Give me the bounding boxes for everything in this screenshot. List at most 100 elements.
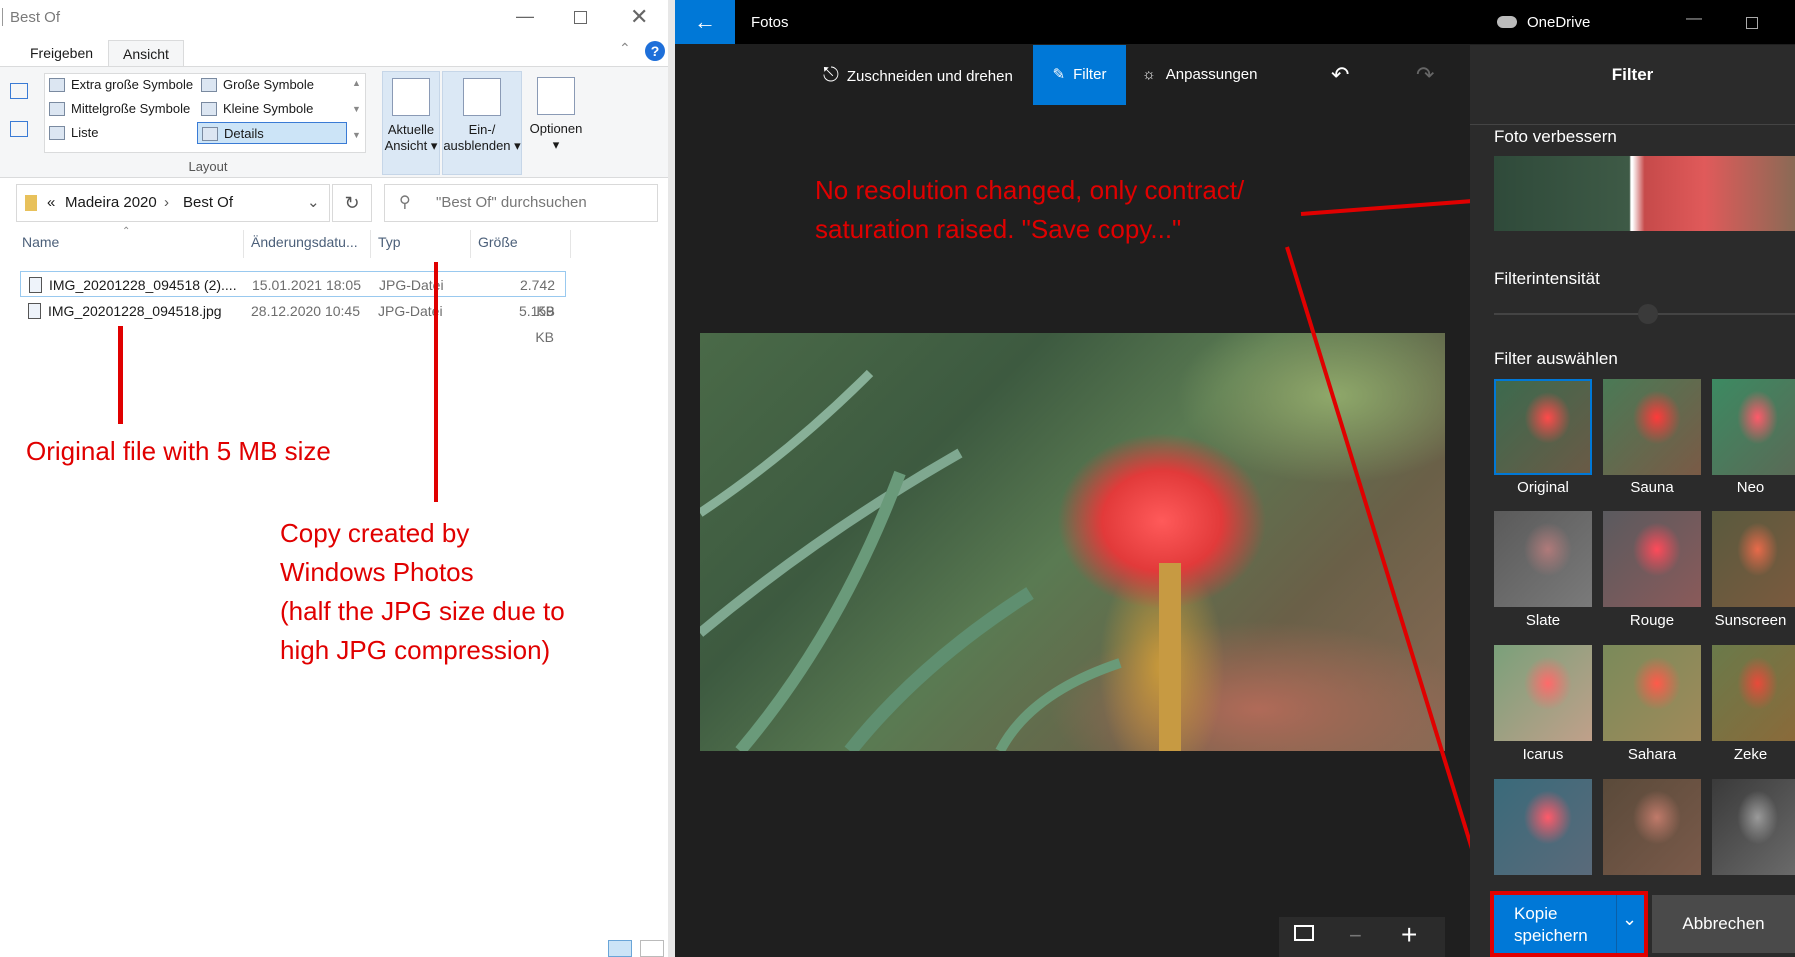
cancel-button[interactable]: Abbrechen (1652, 895, 1795, 953)
annotation-arrow-line (434, 262, 438, 502)
address-bar[interactable]: « Madeira 2020 › Best Of ⌄ (16, 184, 330, 222)
current-view-label-2: Ansicht ▾ (384, 138, 438, 153)
help-icon[interactable]: ? (645, 41, 665, 61)
filter-label-icarus: Icarus (1522, 746, 1564, 763)
panel-title: Filter (1611, 65, 1654, 84)
list-icon (49, 126, 65, 140)
filter-thumb-zeke[interactable] (1712, 645, 1795, 741)
filter-label-rouge: Rouge (1629, 612, 1675, 629)
breadcrumb-madeira[interactable]: Madeira 2020 (65, 185, 157, 221)
layout-small[interactable]: Kleine Symbole (197, 98, 313, 120)
select-filter-label: Filter auswählen (1494, 349, 1618, 368)
layout-gallery: Extra große Symbole Große Symbole Mittel… (44, 73, 366, 153)
minimize-icon[interactable]: — (516, 6, 534, 27)
options-icon (537, 77, 575, 115)
col-type[interactable]: Typ (378, 234, 401, 250)
split-divider (1616, 895, 1617, 953)
breadcrumb-prefix: « (47, 194, 56, 211)
col-divider (243, 230, 244, 258)
filter-label-sauna: Sauna (1630, 479, 1674, 496)
show-hide-label-2: ausblenden ▾ (443, 138, 521, 153)
layout-medium[interactable]: Mittelgroße Symbole (45, 98, 190, 120)
filter-label-sahara: Sahara (1627, 746, 1677, 763)
large-icons-view-toggle-icon[interactable] (640, 940, 664, 957)
file-date: 28.12.2020 10:45 (251, 303, 360, 319)
filter-thumb-sauna[interactable] (1603, 379, 1701, 475)
pane-icon[interactable] (10, 83, 28, 99)
filter-thumb-sahara[interactable] (1603, 645, 1701, 741)
options-button[interactable]: Optionen ▾ (524, 71, 588, 175)
options-dropdown-icon: ▾ (552, 137, 560, 152)
col-divider (470, 230, 471, 258)
tab-freigeben[interactable]: Freigeben (16, 40, 107, 66)
scroll-up-icon[interactable]: ▲ (352, 78, 361, 88)
show-hide-button[interactable]: Ein-/ ausblenden ▾ (442, 71, 522, 175)
enhance-slider-preview[interactable] (1494, 156, 1795, 231)
breadcrumb-best-of[interactable]: Best Of (183, 185, 233, 221)
chevron-down-icon[interactable]: ⌄ (307, 185, 320, 221)
filter-label-zeke: Zeke (1733, 746, 1768, 763)
file-row[interactable]: IMG_20201228_094518 (2).... 15.01.2021 1… (20, 271, 566, 319)
annotation-arrow-line (118, 326, 123, 424)
filter-thumb-sunscreen[interactable] (1712, 511, 1795, 607)
window-title: Best Of (10, 9, 61, 26)
file-explorer-window: Best Of — ✕ Freigeben Ansicht ⌃ ? Extra … (0, 0, 668, 957)
save-copy-label: Kopie speichern (1514, 904, 1588, 945)
col-divider (370, 230, 371, 258)
ribbon: Extra große Symbole Große Symbole Mittel… (0, 66, 668, 178)
medium-icons-icon (49, 102, 65, 116)
extra-large-icons-icon (49, 78, 65, 92)
save-copy-button[interactable]: Kopie speichern ⌄ (1490, 891, 1648, 957)
layout-list[interactable]: Liste (45, 122, 98, 144)
divider (1470, 124, 1795, 125)
filter-thumb-rouge[interactable] (1603, 511, 1701, 607)
intensity-slider-thumb[interactable] (1638, 304, 1658, 324)
intensity-label: Filterintensität (1494, 269, 1600, 288)
file-row[interactable]: IMG_20201228_094518.jpg 28.12.2020 10:45… (20, 298, 566, 345)
large-icons-icon (201, 78, 217, 92)
sort-ascending-icon: ⌃ (122, 226, 131, 237)
filter-label-slate: Slate (1525, 612, 1561, 629)
search-input[interactable]: ⚲ "Best Of" durchsuchen (384, 184, 658, 222)
current-view-button[interactable]: Aktuelle Ansicht ▾ (382, 71, 440, 175)
file-type: JPG-Datei (378, 303, 443, 319)
photos-app-window: ← Fotos OneDrive — ⎋ Zuschneiden und dreh… (675, 0, 1795, 957)
maximize-icon[interactable] (574, 11, 587, 24)
file-name: IMG_20201228_094518.jpg (48, 303, 222, 319)
filter-thumb[interactable] (1494, 779, 1592, 875)
filter-thumb[interactable] (1712, 779, 1795, 875)
filter-thumb-original[interactable] (1494, 379, 1592, 475)
col-size[interactable]: Größe (478, 234, 518, 250)
refresh-icon[interactable]: ↻ (332, 184, 372, 222)
show-hide-icon (463, 78, 501, 116)
scroll-down-icon[interactable]: ▼ (352, 104, 361, 114)
col-date[interactable]: Änderungsdatu... (251, 234, 358, 250)
close-icon[interactable]: ✕ (630, 4, 648, 30)
preview-pane-icon[interactable] (10, 121, 28, 137)
filter-thumb[interactable] (1603, 779, 1701, 875)
col-name[interactable]: Name (22, 234, 59, 250)
details-icon (202, 127, 218, 141)
jpg-file-icon (28, 303, 41, 319)
filter-label-neo: Neo (1736, 479, 1765, 496)
filter-label-original: Original (1517, 479, 1569, 496)
tab-ansicht[interactable]: Ansicht (108, 40, 184, 66)
layout-extra-large[interactable]: Extra große Symbole (45, 74, 193, 96)
layout-details[interactable]: Details (197, 122, 347, 144)
col-divider (570, 230, 571, 258)
file-date: 15.01.2021 18:05 (252, 277, 361, 293)
enhance-label: Foto verbessern (1494, 127, 1617, 146)
expand-gallery-icon[interactable]: ▼ (352, 130, 361, 140)
breadcrumb-chevron-icon: › (164, 194, 169, 211)
details-view-toggle-icon[interactable] (608, 940, 632, 957)
filter-thumb-neo[interactable] (1712, 379, 1795, 475)
chevron-down-icon[interactable]: ⌄ (1622, 909, 1637, 930)
layout-large[interactable]: Große Symbole (197, 74, 314, 96)
window-gap (668, 0, 675, 957)
filter-thumb-slate[interactable] (1494, 511, 1592, 607)
filter-thumb-icarus[interactable] (1494, 645, 1592, 741)
title-separator (2, 8, 3, 26)
chevron-up-icon[interactable]: ⌃ (619, 40, 631, 57)
file-name: IMG_20201228_094518 (2).... (49, 277, 237, 293)
folder-icon (25, 195, 37, 211)
